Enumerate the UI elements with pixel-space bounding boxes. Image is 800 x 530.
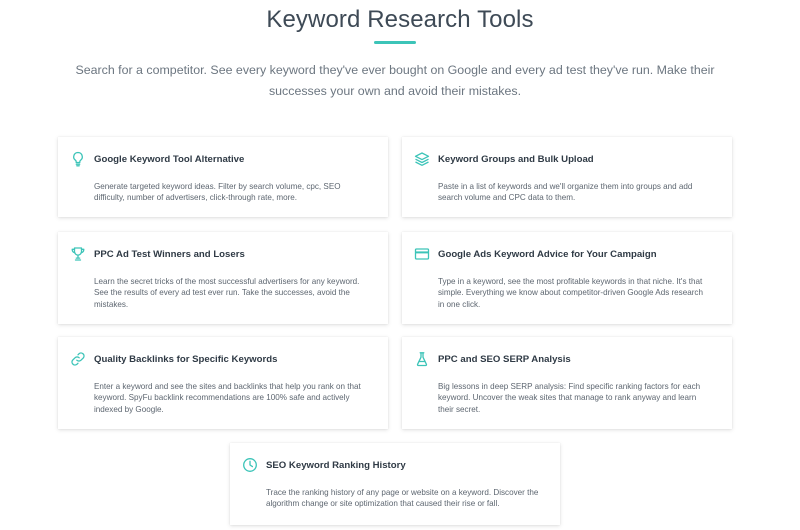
flask-icon: [414, 351, 430, 367]
card-description: Learn the secret tricks of the most succ…: [94, 277, 360, 309]
card-title: SEO Keyword Ranking History: [266, 460, 406, 471]
card-title: PPC and SEO SERP Analysis: [438, 354, 571, 365]
card-title: Google Ads Keyword Advice for Your Campa…: [438, 249, 657, 260]
card-description: Enter a keyword and see the sites and ba…: [94, 382, 361, 414]
card-description: Type in a keyword, see the most profitab…: [438, 277, 703, 309]
page-title: Keyword Research Tools: [266, 6, 534, 33]
feature-card-keyword-tool[interactable]: Google Keyword Tool Alternative Generate…: [58, 137, 388, 217]
feature-card-ad-test[interactable]: PPC Ad Test Winners and Losers Learn the…: [58, 232, 388, 324]
link-icon: [70, 351, 86, 367]
card-title: PPC Ad Test Winners and Losers: [94, 249, 245, 260]
feature-card-backlinks[interactable]: Quality Backlinks for Specific Keywords …: [58, 337, 388, 429]
feature-card-ads-advice[interactable]: Google Ads Keyword Advice for Your Campa…: [402, 232, 732, 324]
feature-card-serp-analysis[interactable]: PPC and SEO SERP Analysis Big lessons in…: [402, 337, 732, 429]
trophy-icon: [70, 246, 86, 262]
card-description: Big lessons in deep SERP analysis: Find …: [438, 382, 701, 414]
clock-icon: [242, 457, 258, 473]
card-description: Paste in a list of keywords and we'll or…: [438, 182, 693, 203]
card-title: Quality Backlinks for Specific Keywords: [94, 354, 278, 365]
title-underline: [374, 41, 416, 44]
credit-card-icon: [414, 246, 430, 262]
card-description: Trace the ranking history of any page or…: [266, 488, 539, 509]
card-title: Google Keyword Tool Alternative: [94, 154, 245, 165]
lightbulb-icon: [70, 151, 86, 167]
card-title: Keyword Groups and Bulk Upload: [438, 154, 594, 165]
page-subtitle: Search for a competitor. See every keywo…: [75, 63, 715, 98]
feature-card-ranking-history[interactable]: SEO Keyword Ranking History Trace the ra…: [230, 443, 560, 525]
card-description: Generate targeted keyword ideas. Filter …: [94, 182, 341, 203]
feature-card-keyword-groups[interactable]: Keyword Groups and Bulk Upload Paste in …: [402, 137, 732, 217]
layers-icon: [414, 151, 430, 167]
